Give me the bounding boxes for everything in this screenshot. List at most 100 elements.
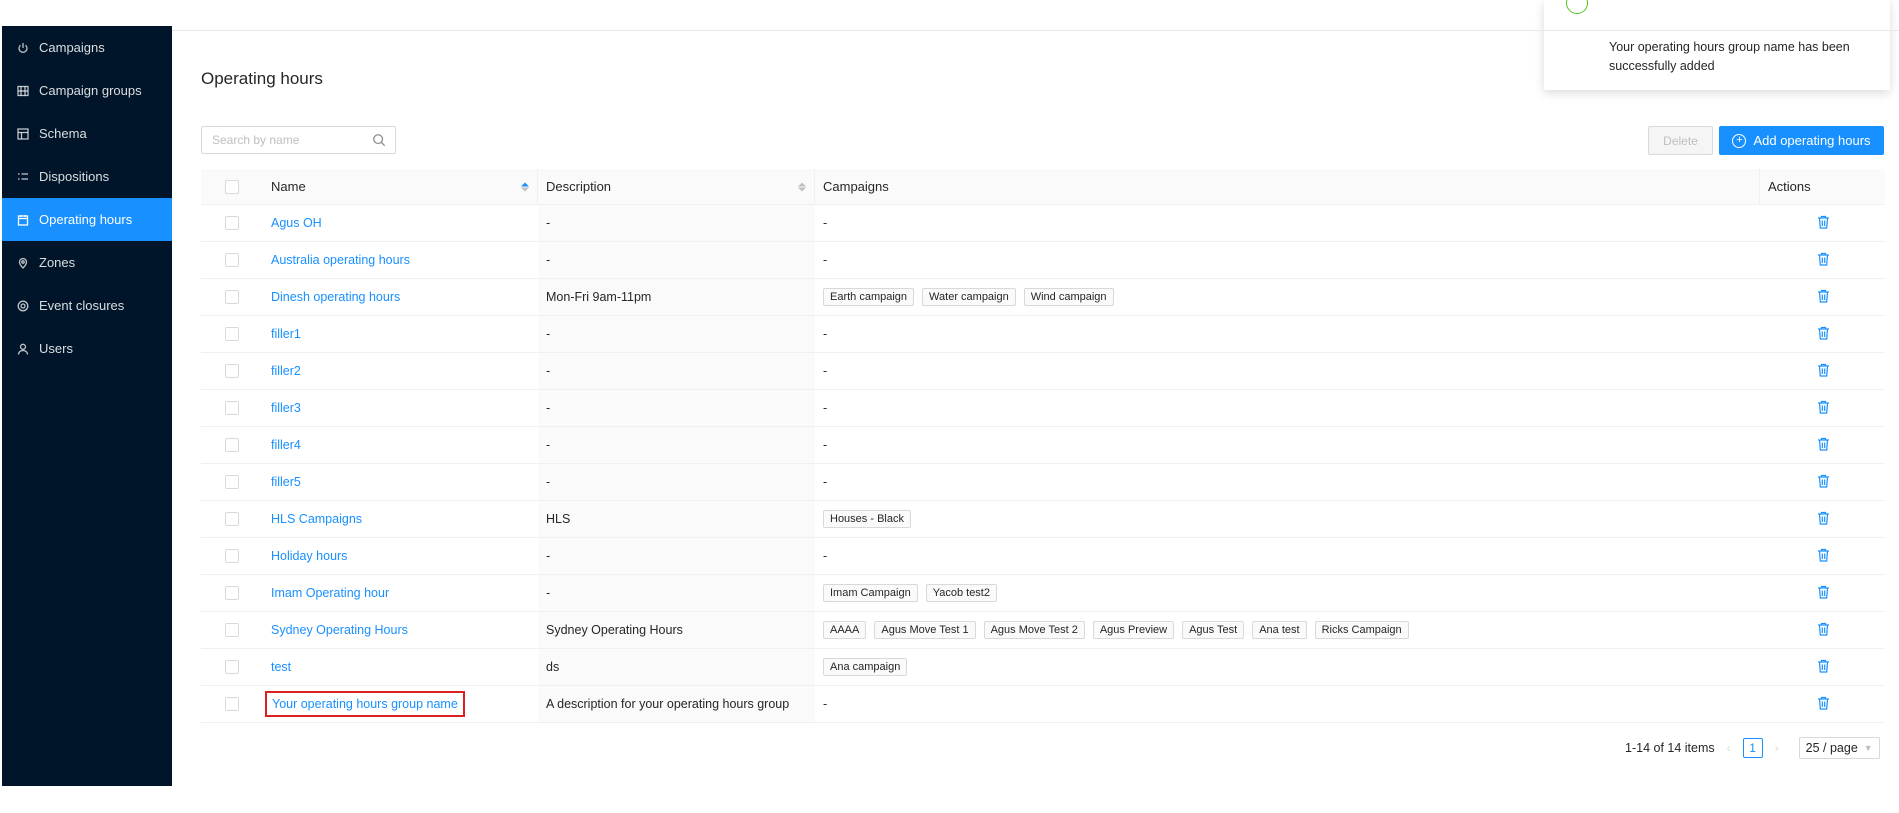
row-name-link[interactable]: filler3	[271, 401, 301, 415]
page-title: Operating hours	[201, 69, 323, 88]
row-checkbox[interactable]	[225, 364, 239, 378]
campaign-tag: Yacob test2	[925, 584, 997, 602]
row-campaigns-empty: -	[823, 549, 828, 563]
row-name-link[interactable]: filler2	[271, 364, 301, 378]
row-name-link[interactable]: Agus OH	[271, 216, 322, 230]
row-name-link[interactable]: Australia operating hours	[271, 253, 410, 267]
sort-icon[interactable]	[521, 182, 529, 191]
campaign-tag: Water campaign	[922, 288, 1016, 306]
delete-row-icon[interactable]	[1817, 326, 1830, 343]
table-row: Holiday hours - -	[201, 538, 1885, 575]
row-name-link[interactable]: filler1	[271, 327, 301, 341]
campaign-tag: Ana campaign	[823, 658, 908, 676]
row-checkbox[interactable]	[225, 216, 239, 230]
row-checkbox[interactable]	[225, 253, 239, 267]
sidebar-item-schema[interactable]: Schema	[2, 112, 172, 155]
delete-row-icon[interactable]	[1817, 585, 1830, 602]
delete-row-icon[interactable]	[1817, 363, 1830, 380]
sidebar-item-dispositions[interactable]: Dispositions	[2, 155, 172, 198]
delete-row-icon[interactable]	[1817, 289, 1830, 306]
row-description: A description for your operating hours g…	[546, 697, 790, 711]
sidebar-item-label: Campaign groups	[39, 83, 142, 98]
row-description: HLS	[546, 512, 571, 526]
row-checkbox[interactable]	[225, 327, 239, 341]
success-notification: Your operating hours group name has been…	[1544, 0, 1890, 90]
campaign-tag: Agus Preview	[1092, 621, 1175, 639]
row-name-link[interactable]: filler4	[271, 438, 301, 452]
delete-row-icon[interactable]	[1817, 622, 1830, 639]
row-checkbox[interactable]	[225, 401, 239, 415]
table-body: Agus OH - - Australia operating hours - - Dine…	[201, 205, 1885, 723]
sidebar-item-zones[interactable]: Zones	[2, 241, 172, 284]
search-box[interactable]	[201, 126, 396, 154]
row-name-link[interactable]: filler5	[271, 475, 301, 489]
campaign-tag: Ana test	[1252, 621, 1307, 639]
prev-page-icon[interactable]: ‹	[1723, 741, 1735, 755]
row-checkbox[interactable]	[225, 549, 239, 563]
pagination: 1-14 of 14 items ‹ 1 › 25 / page ▼	[1625, 737, 1880, 759]
row-checkbox[interactable]	[225, 290, 239, 304]
delete-row-icon[interactable]	[1817, 548, 1830, 565]
next-page-icon[interactable]: ›	[1771, 741, 1783, 755]
column-header-description[interactable]: Description	[538, 169, 815, 204]
sidebar-item-operating-hours[interactable]: Operating hours	[2, 198, 172, 241]
calendar-icon	[16, 213, 30, 227]
column-header-name[interactable]: Name	[263, 169, 538, 204]
power-icon	[16, 41, 30, 55]
row-name-link[interactable]: Dinesh operating hours	[271, 290, 400, 304]
delete-button[interactable]: Delete	[1648, 126, 1713, 155]
row-campaigns-empty: -	[823, 216, 828, 230]
campaign-tag: Ricks Campaign	[1314, 621, 1409, 639]
row-name-link[interactable]: HLS Campaigns	[271, 512, 362, 526]
sidebar: Campaigns Campaign groups Schema Dispositio…	[2, 26, 172, 786]
row-description: -	[546, 401, 551, 415]
row-checkbox[interactable]	[225, 475, 239, 489]
operating-hours-table: Name Description Campaigns Actions Agus …	[201, 169, 1885, 723]
delete-row-icon[interactable]	[1817, 659, 1830, 676]
sidebar-item-event-closures[interactable]: Event closures	[2, 284, 172, 327]
row-name-link[interactable]: test	[271, 660, 291, 674]
row-name-link[interactable]: Holiday hours	[271, 549, 347, 563]
page-size-select[interactable]: 25 / page ▼	[1798, 737, 1880, 759]
table-row: filler4 - -	[201, 427, 1885, 464]
table-row: filler5 - -	[201, 464, 1885, 501]
row-checkbox[interactable]	[225, 586, 239, 600]
delete-row-icon[interactable]	[1817, 437, 1830, 454]
list-icon	[16, 170, 30, 184]
row-name-link[interactable]: Your operating hours group name	[265, 691, 465, 717]
row-checkbox[interactable]	[225, 623, 239, 637]
add-operating-hours-button[interactable]: + Add operating hours	[1719, 126, 1884, 155]
delete-row-icon[interactable]	[1817, 474, 1830, 491]
page-number-current[interactable]: 1	[1742, 738, 1763, 758]
campaign-tag: Wind campaign	[1023, 288, 1114, 306]
campaign-tag: Agus Move Test 2	[983, 621, 1085, 639]
row-checkbox[interactable]	[225, 697, 239, 711]
row-checkbox[interactable]	[225, 438, 239, 452]
row-checkbox[interactable]	[225, 512, 239, 526]
delete-row-icon[interactable]	[1817, 511, 1830, 528]
search-icon[interactable]	[371, 132, 387, 148]
search-input[interactable]	[202, 127, 371, 153]
row-name-link[interactable]: Sydney Operating Hours	[271, 623, 408, 637]
campaign-tag: Agus Move Test 1	[874, 621, 976, 639]
row-checkbox[interactable]	[225, 660, 239, 674]
delete-row-icon[interactable]	[1817, 215, 1830, 232]
sidebar-item-users[interactable]: Users	[2, 327, 172, 370]
sort-icon[interactable]	[798, 182, 806, 191]
delete-row-icon[interactable]	[1817, 696, 1830, 713]
sidebar-item-campaigns[interactable]: Campaigns	[2, 26, 172, 69]
row-description: Sydney Operating Hours	[546, 623, 683, 637]
row-name-link[interactable]: Imam Operating hour	[271, 586, 389, 600]
sidebar-item-label: Campaigns	[39, 40, 105, 55]
sidebar-item-campaign-groups[interactable]: Campaign groups	[2, 69, 172, 112]
column-header-campaigns: Campaigns	[815, 169, 1760, 204]
delete-row-icon[interactable]	[1817, 400, 1830, 417]
select-all-checkbox[interactable]	[225, 179, 239, 194]
table-row: Dinesh operating hours Mon-Fri 9am-11pm Ea…	[201, 279, 1885, 316]
column-header-actions: Actions	[1768, 179, 1811, 194]
schema-icon	[16, 127, 30, 141]
delete-row-icon[interactable]	[1817, 252, 1830, 269]
row-description: -	[546, 216, 551, 230]
row-description: -	[546, 327, 551, 341]
table-row: filler1 - -	[201, 316, 1885, 353]
